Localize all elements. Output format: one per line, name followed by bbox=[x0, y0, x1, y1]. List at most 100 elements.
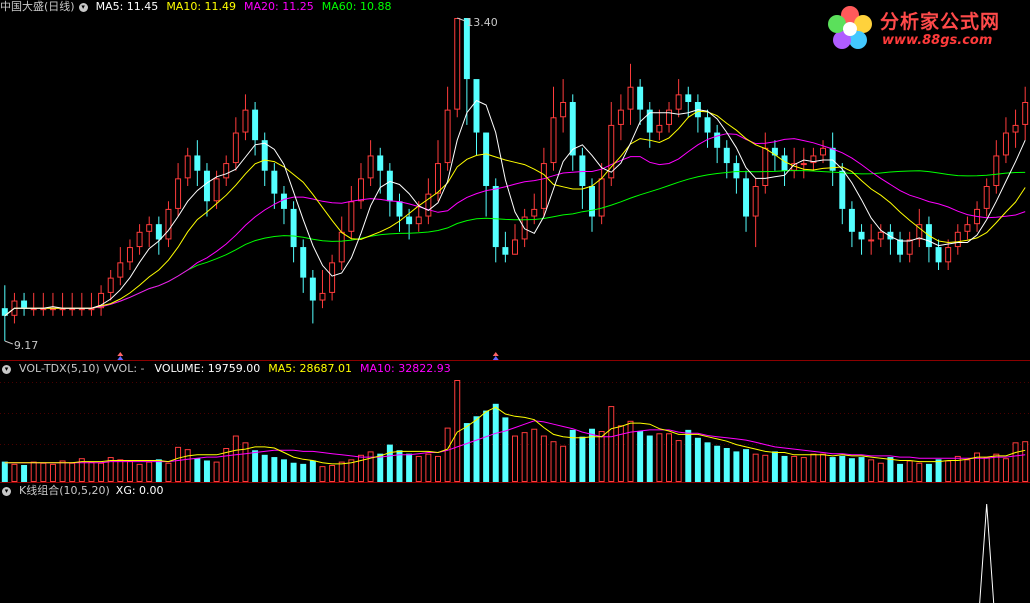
volume-bar bbox=[357, 454, 364, 482]
volume-bar bbox=[473, 416, 480, 482]
candle-body bbox=[309, 277, 316, 301]
chart-canvas: 13.40 9.17 bbox=[0, 16, 1030, 603]
volume-bar bbox=[656, 433, 663, 482]
candle-body bbox=[300, 247, 307, 278]
candle-body bbox=[329, 262, 336, 293]
candle-body bbox=[242, 109, 249, 133]
volume-bar bbox=[993, 453, 1000, 482]
settings-icon[interactable]: ▾ bbox=[78, 2, 88, 12]
candle-body bbox=[512, 239, 518, 255]
volume-bar bbox=[839, 455, 846, 482]
candle-body bbox=[165, 208, 172, 240]
volume-bar bbox=[319, 466, 326, 482]
volume-bar bbox=[887, 457, 894, 482]
candle-body bbox=[762, 147, 769, 186]
candle-body bbox=[579, 155, 586, 186]
volume-bar bbox=[935, 459, 942, 482]
candle-body bbox=[617, 109, 624, 125]
volume-bar bbox=[232, 435, 239, 482]
volume-bar bbox=[175, 446, 182, 483]
volume-bar bbox=[40, 462, 47, 483]
volume-bar bbox=[579, 436, 586, 482]
volume-bar bbox=[675, 440, 682, 483]
candle-body bbox=[454, 18, 461, 110]
candle-body bbox=[569, 101, 576, 156]
vol-ma5-label: MA5: 28687.01 bbox=[268, 362, 352, 375]
signal-marker-icon bbox=[492, 356, 499, 360]
candle-body bbox=[531, 208, 538, 217]
candle-body bbox=[637, 86, 644, 110]
volume-bar bbox=[820, 453, 827, 482]
candle-body bbox=[406, 216, 413, 225]
volume-bar bbox=[194, 458, 201, 482]
candle-body bbox=[723, 147, 730, 164]
candle-body bbox=[993, 155, 1000, 186]
low-pointer bbox=[4, 340, 13, 345]
volume-bar bbox=[271, 457, 278, 482]
vol-indicator-name: VOL-TDX(5,10) bbox=[19, 362, 100, 375]
candle-body bbox=[21, 300, 28, 309]
candle-body bbox=[386, 170, 393, 202]
indicator-name: K线组合(10,5,20) bbox=[19, 484, 110, 497]
candle-body bbox=[435, 163, 441, 194]
xg-signal-spike bbox=[979, 503, 995, 603]
candle-body bbox=[59, 308, 66, 311]
ma20-label: MA20: 11.25 bbox=[244, 0, 314, 13]
logo-url[interactable]: www.88gs.com bbox=[882, 33, 992, 48]
volume-bar bbox=[155, 459, 162, 482]
candle-body bbox=[146, 224, 153, 232]
volume-bar bbox=[309, 460, 316, 482]
candle-body bbox=[743, 178, 750, 217]
candle-body bbox=[752, 185, 759, 217]
volume-bar bbox=[280, 459, 287, 482]
settings-icon[interactable]: ▾ bbox=[2, 364, 11, 374]
candle-body bbox=[271, 170, 278, 194]
indicator-panel bbox=[979, 503, 995, 603]
candle-body bbox=[184, 155, 191, 179]
candle-body bbox=[492, 185, 499, 248]
vol-ma10-label: MA10: 32822.93 bbox=[359, 362, 451, 375]
candle-body bbox=[107, 277, 114, 293]
settings-icon[interactable]: ▾ bbox=[2, 486, 11, 496]
logo-title: 分析家公式网 bbox=[880, 11, 1001, 33]
volume-bar bbox=[492, 403, 499, 482]
volume-bar bbox=[1022, 441, 1029, 483]
volume-bar bbox=[117, 459, 124, 483]
candle-body bbox=[945, 247, 952, 263]
candle-body bbox=[983, 185, 990, 209]
xg-label: XG: 0.00 bbox=[115, 484, 164, 497]
candle-body bbox=[78, 308, 85, 311]
volume-bar bbox=[483, 410, 490, 482]
stock-title: 中国大盛(日线) bbox=[0, 0, 75, 13]
candle-body bbox=[598, 178, 605, 217]
candle-body bbox=[348, 201, 355, 232]
candle-body bbox=[136, 231, 143, 248]
candle-body bbox=[30, 308, 37, 311]
candle-body bbox=[877, 231, 884, 240]
volume-bar bbox=[1, 461, 8, 482]
candle-body bbox=[40, 308, 47, 311]
volume-bar bbox=[800, 457, 807, 483]
volume-bar bbox=[463, 423, 470, 482]
volume-bar bbox=[502, 417, 509, 482]
candle-body bbox=[49, 308, 56, 311]
candle-body bbox=[126, 247, 133, 263]
volume-bar bbox=[165, 462, 172, 483]
volume-bar bbox=[1012, 442, 1019, 483]
volume-bar bbox=[906, 460, 913, 483]
volume-bar bbox=[743, 449, 750, 482]
ma10-line bbox=[4, 110, 1026, 317]
volume-bar bbox=[714, 445, 721, 482]
volume-bar bbox=[425, 453, 432, 482]
volume-bar bbox=[791, 455, 798, 482]
candle-body bbox=[69, 308, 76, 311]
volume-bar bbox=[646, 435, 653, 482]
volume-bar bbox=[848, 458, 855, 482]
candle-body bbox=[280, 193, 287, 209]
volume-bar bbox=[406, 453, 413, 482]
candle-body bbox=[338, 231, 345, 263]
volume-bar bbox=[30, 461, 37, 483]
ma5-line bbox=[4, 99, 1026, 317]
candle-body bbox=[589, 185, 595, 217]
candle-body bbox=[232, 132, 239, 164]
